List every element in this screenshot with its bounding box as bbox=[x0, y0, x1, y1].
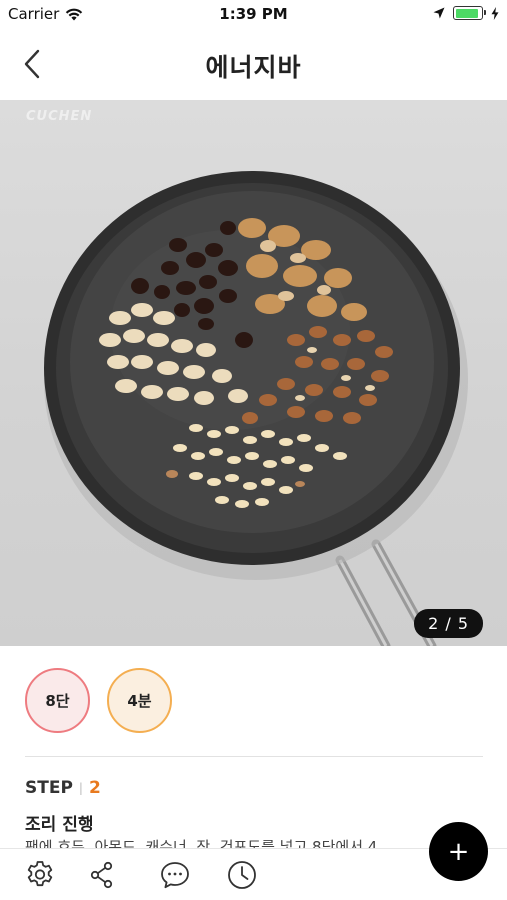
page-title: 에너지바 bbox=[205, 53, 302, 82]
add-button[interactable]: + bbox=[429, 822, 488, 881]
heat-level-value: 8단 bbox=[45, 692, 70, 710]
status-bar: Carrier 1:39 PM bbox=[0, 0, 507, 28]
step-label: STEP bbox=[25, 778, 73, 798]
chat-bubble-icon bbox=[161, 862, 189, 889]
cooking-info-row: 8단 4분 bbox=[25, 668, 172, 733]
share-icon bbox=[90, 861, 113, 889]
battery-fill bbox=[455, 8, 478, 18]
recipe-photo[interactable]: CUCHEN 2 / 5 bbox=[0, 100, 507, 646]
pan-with-nuts-image bbox=[44, 171, 468, 646]
heat-level-badge: 8단 bbox=[25, 668, 90, 733]
step-title: 조리 진행 bbox=[25, 815, 94, 835]
brand-watermark: CUCHEN bbox=[26, 109, 93, 124]
step-number: 2 bbox=[88, 778, 101, 798]
gear-icon bbox=[27, 861, 53, 887]
cook-time-badge: 4분 bbox=[107, 668, 172, 733]
comments-button[interactable] bbox=[159, 859, 191, 891]
charging-bolt-icon bbox=[491, 6, 499, 20]
navigation-bar: 에너지바 bbox=[0, 28, 507, 100]
step-separator: | bbox=[78, 781, 83, 795]
settings-button[interactable] bbox=[24, 859, 56, 891]
timer-button[interactable] bbox=[226, 859, 258, 891]
section-divider bbox=[25, 756, 483, 757]
location-arrow-icon bbox=[433, 7, 445, 19]
status-right bbox=[433, 6, 499, 20]
battery-icon bbox=[453, 6, 486, 20]
step-header: STEP | 2 bbox=[25, 778, 101, 798]
cook-time-value: 4분 bbox=[127, 692, 152, 710]
page-indicator: 2 / 5 bbox=[414, 609, 483, 638]
share-button[interactable] bbox=[86, 859, 118, 891]
clock-icon bbox=[228, 861, 256, 889]
status-time: 1:39 PM bbox=[219, 5, 288, 23]
plus-icon: + bbox=[447, 836, 470, 867]
